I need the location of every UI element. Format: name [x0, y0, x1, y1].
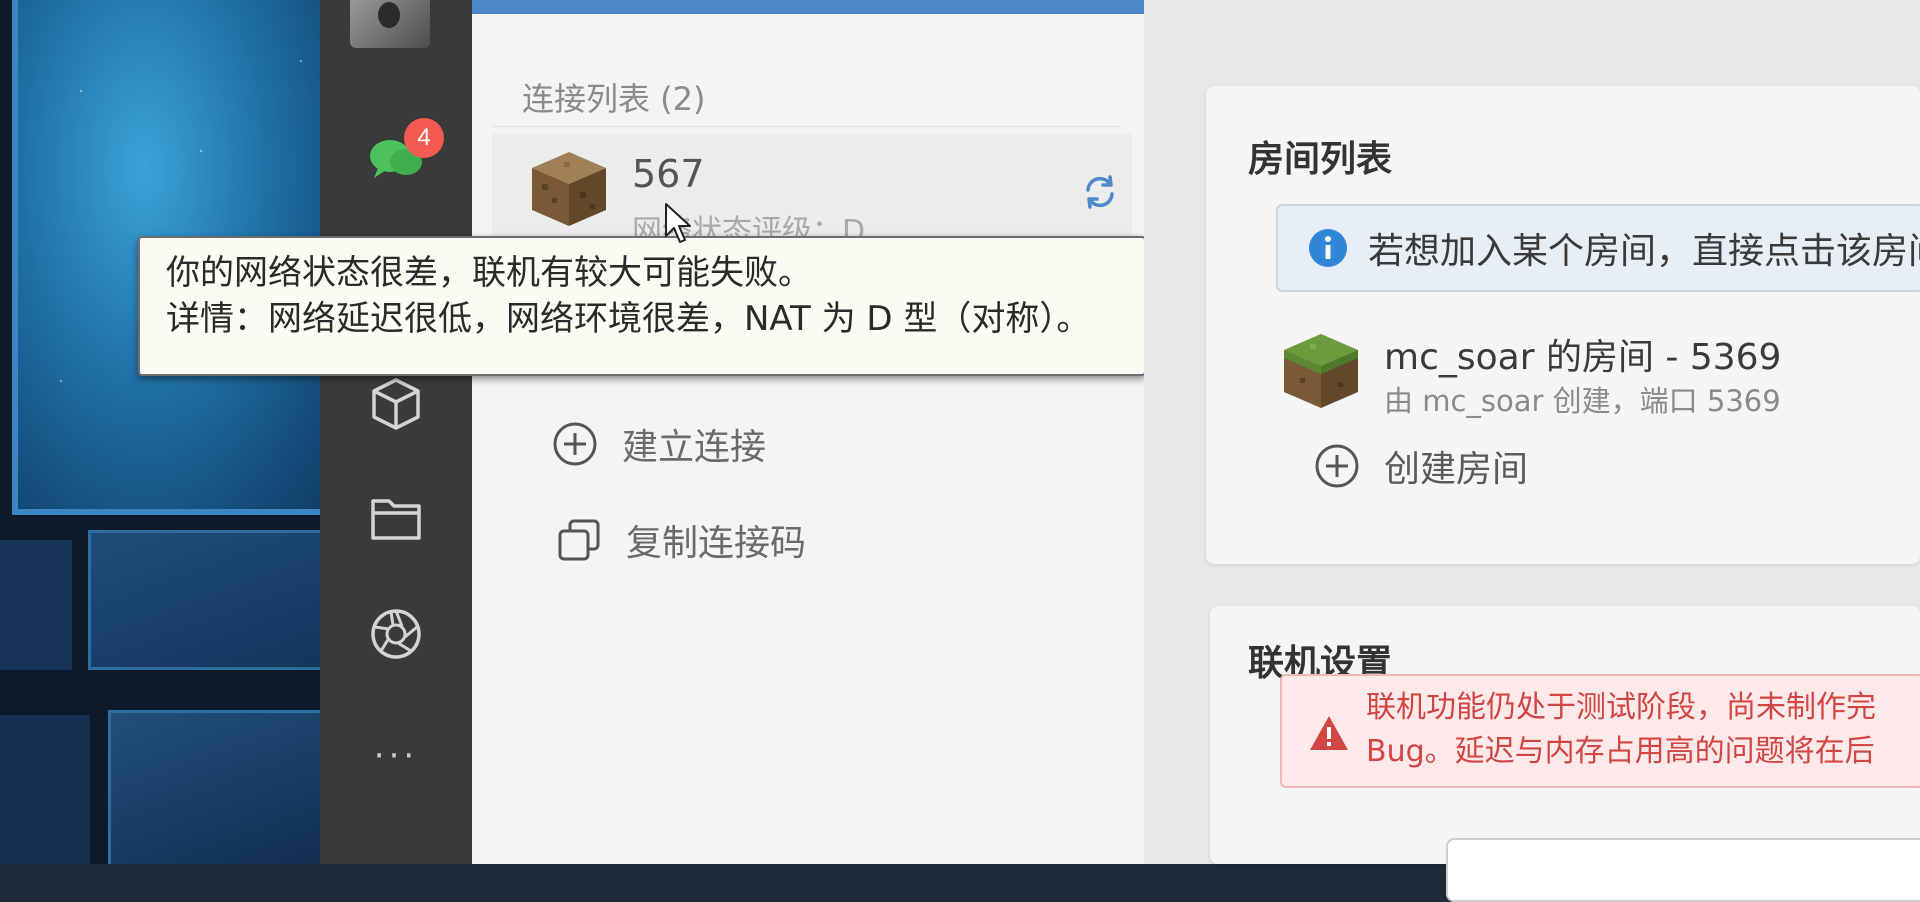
mouse-cursor-icon [665, 203, 691, 243]
create-room-button[interactable]: 创建房间 [1314, 440, 1528, 492]
aperture-nav-item[interactable] [320, 604, 472, 664]
warning-icon [1310, 716, 1348, 750]
cube-icon [372, 378, 420, 430]
warning-line-1: 联机功能仍处于测试阶段，尚未制作完 [1366, 690, 1876, 725]
wallpaper-pane [108, 710, 340, 864]
room-description: 由 mc_soar 创建，端口 5369 [1384, 384, 1781, 418]
desktop-wallpaper [0, 0, 340, 864]
cube-nav-item[interactable] [320, 374, 472, 434]
copy-connection-code-button[interactable]: 复制连接码 [556, 514, 806, 566]
tooltip-line-1: 你的网络状态很差，联机有较大可能失败。 [166, 253, 812, 293]
warning-line-2: Bug。延迟与内存占用高的问题将在后 [1366, 734, 1875, 769]
connection-name: 567 [632, 152, 705, 196]
divider [492, 126, 1122, 127]
copy-icon [558, 519, 600, 561]
wallpaper-pane [88, 530, 340, 670]
refresh-icon[interactable] [1082, 174, 1118, 210]
create-connection-label: 建立连接 [622, 427, 767, 468]
room-name: mc_soar 的房间 - 5369 [1384, 337, 1782, 378]
multiplayer-settings-card: 联机设置 联机功能仍处于测试阶段，尚未制作完 Bug。延迟与内存占用高的问题将在… [1210, 606, 1920, 902]
wallpaper-star [60, 380, 62, 382]
grass-block-icon [1284, 334, 1358, 408]
wallpaper-star [200, 150, 202, 152]
info-icon [1309, 229, 1347, 267]
main-content: 房间列表 若想加入某个房间，直接点击该房间 mc_soar 的房间 - 5369 [1144, 0, 1920, 902]
unread-badge: 4 [404, 118, 444, 158]
plus-circle-icon [1315, 444, 1359, 488]
warning-text: 联机功能仍处于测试阶段，尚未制作完 Bug。延迟与内存占用高的问题将在后 [1366, 686, 1876, 774]
warning-bar: 联机功能仍处于测试阶段，尚未制作完 Bug。延迟与内存占用高的问题将在后 [1280, 674, 1920, 788]
room-list-title: 房间列表 [1248, 139, 1393, 180]
connection-list-heading: 连接列表 (2) [522, 80, 706, 118]
room-item[interactable]: mc_soar 的房间 - 5369 由 mc_soar 创建，端口 5369 [1206, 306, 1920, 426]
dirt-block-icon [532, 152, 606, 226]
wallpaper-pane [0, 715, 90, 864]
wallpaper-pane [0, 540, 72, 670]
more-icon: ··· [373, 736, 419, 776]
folder-icon [371, 499, 421, 540]
tooltip-line-2: 详情：网络延迟很低，网络环境很差，NAT 为 D 型（对称）。 [166, 299, 1091, 339]
room-list-card: 房间列表 若想加入某个房间，直接点击该房间 mc_soar 的房间 - 5369 [1206, 86, 1920, 564]
copy-connection-code-label: 复制连接码 [626, 523, 807, 564]
window-top-bar [472, 0, 1232, 14]
more-nav-item[interactable]: ··· [320, 736, 472, 776]
room-info-bar: 若想加入某个房间，直接点击该房间 [1276, 204, 1920, 292]
connection-item[interactable]: 567 网络状态评级：D [492, 134, 1132, 249]
network-status-tooltip: 你的网络状态很差，联机有较大可能失败。 详情：网络延迟很低，网络环境很差，NAT… [138, 236, 1146, 376]
avatar[interactable] [350, 0, 430, 48]
app-sidebar: 4 ··· [320, 0, 472, 864]
room-info-text: 若想加入某个房间，直接点击该房间 [1368, 231, 1920, 272]
aperture-icon [371, 609, 421, 659]
chat-nav-item[interactable]: 4 [320, 118, 472, 188]
settings-input[interactable] [1446, 838, 1920, 902]
chat-icon: 4 [368, 118, 444, 180]
folder-nav-item[interactable] [320, 488, 472, 548]
create-connection-button[interactable]: 建立连接 [552, 418, 766, 470]
connection-panel: 连接列表 (2) 567 网络状态评级：D 建立连接 复制连接码 [472, 14, 1144, 864]
create-room-label: 创建房间 [1384, 449, 1529, 490]
plus-circle-icon [553, 422, 597, 466]
wallpaper-star [300, 60, 302, 62]
wallpaper-star [80, 90, 82, 92]
